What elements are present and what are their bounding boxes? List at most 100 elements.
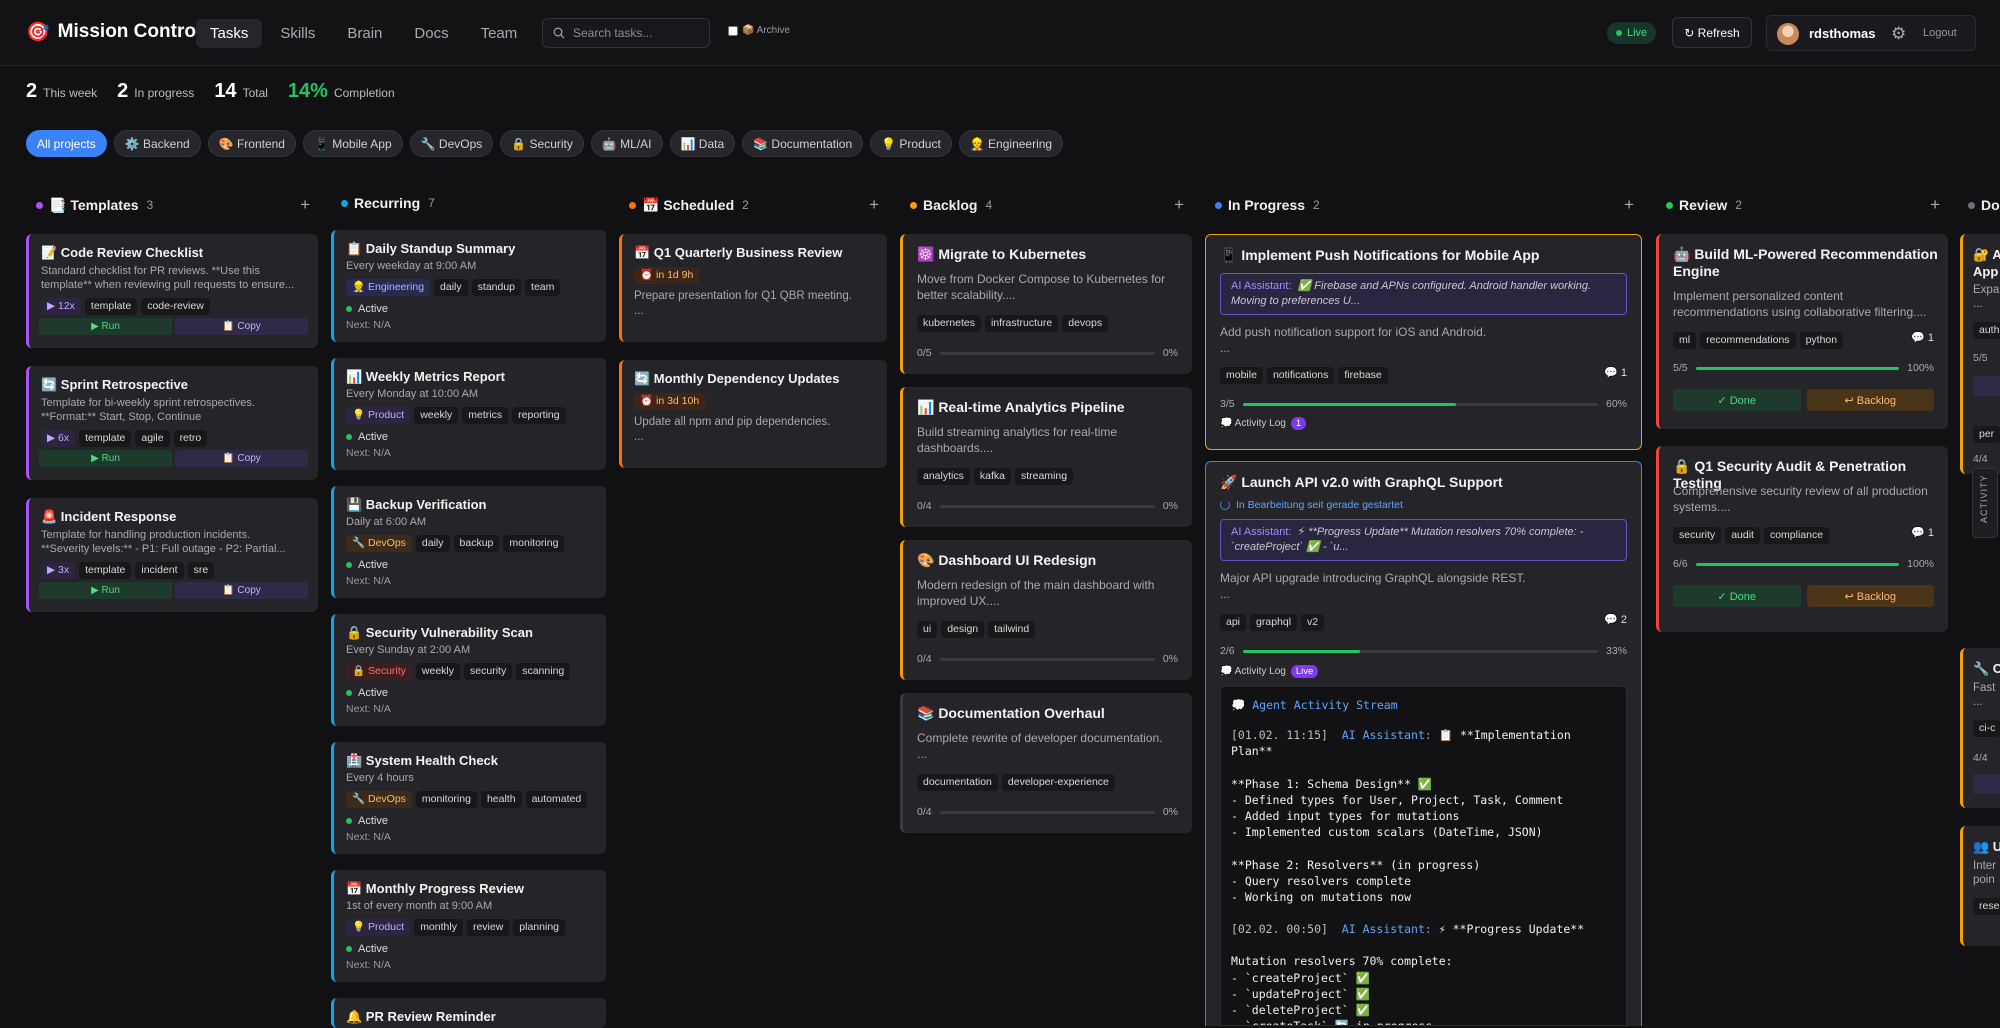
filter-ml-ai[interactable]: 🤖 ML/AI — [590, 130, 663, 157]
recurring-card[interactable]: 📊 Weekly Metrics Report Every Monday at … — [331, 358, 606, 470]
template-card[interactable]: 🚨 Incident Response Template for handlin… — [26, 498, 318, 612]
progress-bar: 0/4 0% — [917, 499, 1178, 513]
recurring-card[interactable]: 💾 Backup Verification Daily at 6:00 AM 🔧… — [331, 486, 606, 598]
nav-docs[interactable]: Docs — [400, 19, 462, 48]
recurring-card[interactable]: 📋 Daily Standup Summary Every weekday at… — [331, 230, 606, 342]
filter-documentation[interactable]: 📚 Documentation — [742, 130, 864, 157]
card-actions: ✓ Done ↩ Backlog — [1673, 389, 1934, 411]
copy-button[interactable]: 📋 Copy — [175, 450, 308, 467]
progress-count: 3/5 — [1220, 398, 1235, 410]
search-input[interactable] — [573, 26, 703, 40]
filter-backend[interactable]: ⚙️ Backend — [113, 130, 201, 157]
add-task-icon[interactable]: + — [869, 195, 879, 215]
mark-done-button[interactable]: ✓ Done — [1673, 389, 1801, 411]
filter-devops[interactable]: 🔧 DevOps — [409, 130, 494, 157]
add-task-icon[interactable]: + — [1174, 195, 1184, 215]
done-card[interactable]: 🔧 C Fast ... ci-c 4/4 — [1960, 648, 2000, 808]
tag: notifications — [1266, 367, 1335, 384]
activity-log-toggle[interactable]: 💭 Activity Log Live — [1220, 665, 1319, 678]
refresh-button[interactable]: ↻ Refresh — [1672, 17, 1752, 48]
filter-data[interactable]: 📊 Data — [669, 130, 736, 157]
status-indicator: Active — [346, 687, 388, 699]
logout-button[interactable]: Logout — [1923, 27, 1957, 39]
tag: developer-experience — [1001, 774, 1115, 791]
column-header: Backlog 4 + — [900, 190, 1192, 220]
recurring-card[interactable]: 📅 Monthly Progress Review 1st of every m… — [331, 870, 606, 982]
nav-skills[interactable]: Skills — [266, 19, 329, 48]
search-box[interactable] — [542, 18, 710, 48]
recurring-card[interactable]: 🔔 PR Review Reminder — [331, 998, 606, 1028]
scheduled-card[interactable]: 🔄 Monthly Dependency Updates ⏰ in 3d 10h… — [619, 360, 887, 468]
comment-count[interactable]: 💬 1 — [1911, 331, 1934, 344]
card-tags: 💡 Product monthly review planning — [346, 917, 569, 936]
filter-security[interactable]: 🔒 Security — [500, 130, 584, 157]
comment-count[interactable]: 💬 2 — [1604, 613, 1627, 626]
card-desc: systems.... — [1673, 500, 1731, 514]
card-desc: ... — [1973, 298, 1983, 310]
done-card[interactable]: 🔐 A App Expa ... auth 5/5 per 4/4 — [1960, 234, 2000, 474]
filter-mobile-app[interactable]: 📱 Mobile App — [302, 130, 403, 157]
card-schedule: Every weekday at 9:00 AM — [346, 260, 477, 272]
column-title: In Progress — [1228, 197, 1306, 213]
in-progress-card[interactable]: 📱 Implement Push Notifications for Mobil… — [1205, 234, 1642, 450]
search-icon — [553, 27, 565, 39]
template-card[interactable]: 🔄 Sprint Retrospective Template for bi-w… — [26, 366, 318, 480]
copy-button[interactable]: 📋 Copy — [175, 582, 308, 599]
recurring-card[interactable]: 🏥 System Health Check Every 4 hours 🔧 De… — [331, 742, 606, 854]
action-button[interactable] — [1973, 774, 2000, 794]
progress-count: 4/4 — [1973, 453, 1988, 465]
review-card[interactable]: 🔒 Q1 Security Audit & Penetration Testin… — [1656, 446, 1948, 632]
backlog-card[interactable]: ☸️ Migrate to Kubernetes Move from Docke… — [900, 234, 1192, 374]
active-dot-icon — [346, 306, 352, 312]
gear-icon[interactable]: ⚙ — [1891, 24, 1906, 44]
add-task-icon[interactable]: + — [1930, 195, 1940, 215]
activity-side-tab[interactable]: ACTIVITY — [1972, 468, 1998, 538]
run-button[interactable]: ▶ Run — [39, 450, 172, 467]
tag: rese — [1973, 898, 2000, 915]
tag: monitoring — [503, 535, 565, 552]
app-title: Mission Control — [57, 21, 202, 42]
template-card[interactable]: 📝 Code Review Checklist Standard checkli… — [26, 234, 318, 348]
in-progress-card[interactable]: 🚀 Launch API v2.0 with GraphQL Support I… — [1205, 461, 1642, 1026]
add-task-icon[interactable]: + — [1624, 195, 1634, 215]
tag: compliance — [1763, 527, 1830, 544]
comment-count[interactable]: 💬 1 — [1911, 526, 1934, 539]
scheduled-card[interactable]: 📅 Q1 Quarterly Business Review ⏰ in 1d 9… — [619, 234, 887, 342]
move-to-backlog-button[interactable]: ↩ Backlog — [1806, 389, 1934, 411]
activity-log-label: 💭 Activity Log — [1220, 418, 1286, 429]
done-card[interactable]: 👥 U Inter poin rese — [1960, 826, 2000, 946]
action-button[interactable] — [1973, 376, 2000, 396]
run-button[interactable]: ▶ Run — [39, 318, 172, 335]
archive-toggle[interactable]: 📦 Archive — [728, 25, 790, 36]
backlog-card[interactable]: 📚 Documentation Overhaul Complete rewrit… — [900, 693, 1192, 833]
filter-engineering[interactable]: 👷 Engineering — [958, 130, 1064, 157]
filter-frontend[interactable]: 🎨 Frontend — [207, 130, 296, 157]
status-indicator: Active — [346, 943, 388, 955]
column-count: 4 — [985, 198, 993, 212]
mark-done-button[interactable]: ✓ Done — [1673, 585, 1801, 607]
backlog-card[interactable]: 🎨 Dashboard UI Redesign Modern redesign … — [900, 540, 1192, 680]
card-title: 🚀 Launch API v2.0 with GraphQL Support — [1220, 474, 1503, 490]
nav-brain[interactable]: Brain — [333, 19, 396, 48]
nav-team[interactable]: Team — [467, 19, 532, 48]
add-task-icon[interactable]: + — [300, 195, 310, 215]
tag: streaming — [1014, 468, 1074, 485]
review-card[interactable]: 🤖 Build ML-Powered Recommendation Engine… — [1656, 234, 1948, 429]
copy-button[interactable]: 📋 Copy — [175, 318, 308, 335]
column-scheduled: 📅 Scheduled 2 + 📅 Q1 Quarterly Business … — [619, 190, 887, 468]
activity-badge: 1 — [1290, 417, 1307, 430]
app-logo[interactable]: 🎯 Mission Control — [26, 20, 201, 44]
tag: template — [79, 562, 132, 579]
agent-activity-stream[interactable]: 💭 Agent Activity Stream [01.02. 11:15] A… — [1220, 686, 1627, 1026]
run-button[interactable]: ▶ Run — [39, 582, 172, 599]
backlog-card[interactable]: 📊 Real-time Analytics Pipeline Build str… — [900, 387, 1192, 527]
archive-checkbox[interactable] — [728, 25, 738, 36]
filter-product[interactable]: 💡 Product — [870, 130, 952, 157]
comment-count[interactable]: 💬 1 — [1604, 366, 1627, 379]
move-to-backlog-button[interactable]: ↩ Backlog — [1806, 585, 1934, 607]
recurring-card[interactable]: 🔒 Security Vulnerability Scan Every Sund… — [331, 614, 606, 726]
activity-log-toggle[interactable]: 💭 Activity Log 1 — [1220, 417, 1307, 430]
filter-all-projects[interactable]: All projects — [26, 130, 107, 157]
nav-tasks[interactable]: Tasks — [196, 19, 263, 48]
avatar[interactable] — [1777, 23, 1799, 45]
